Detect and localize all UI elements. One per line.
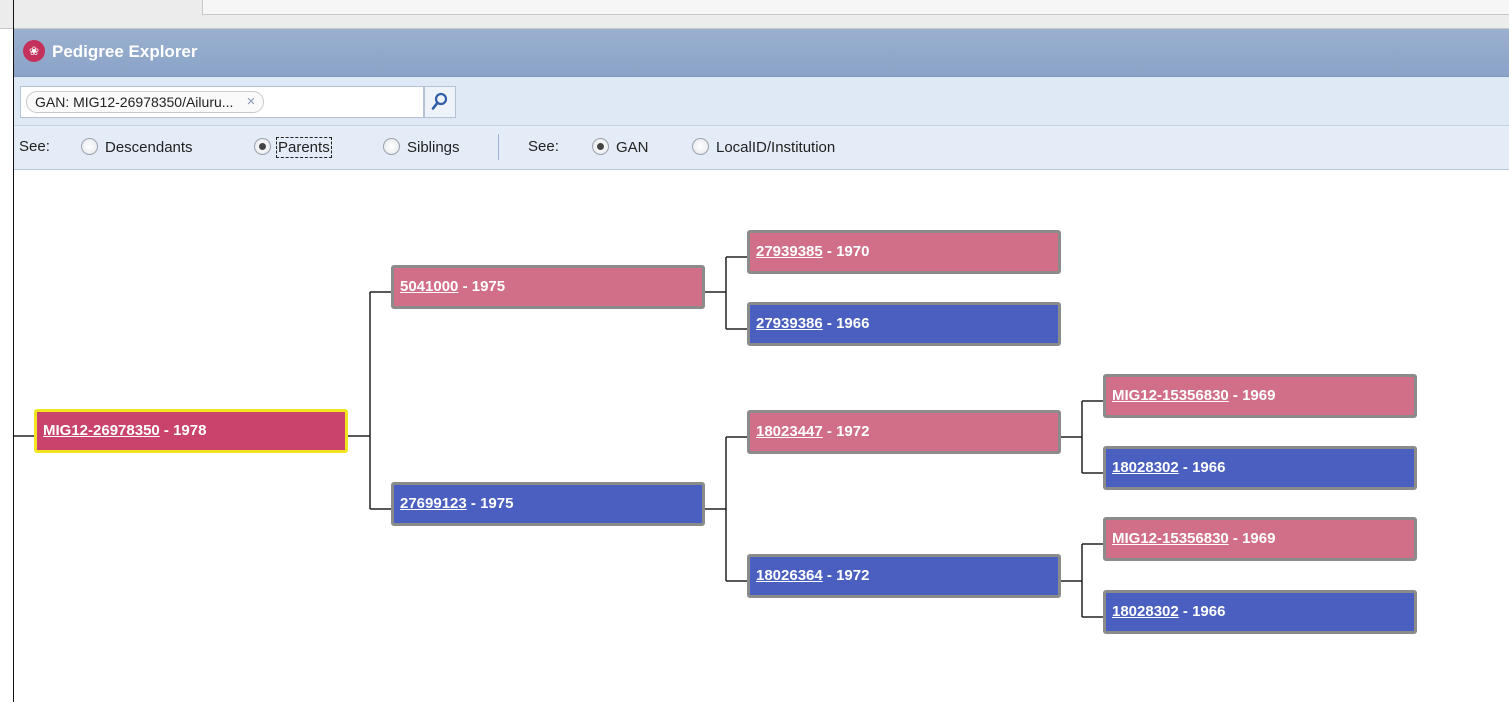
panel-titlebar: ❀ Pedigree Explorer: [14, 29, 1509, 77]
node-year: 1975: [480, 495, 514, 512]
node-year: 1975: [471, 278, 506, 295]
node-separator: -: [822, 315, 837, 332]
pedigree-node-sire[interactable]: 27699123 - 1975: [391, 482, 705, 526]
node-separator: -: [1178, 459, 1193, 476]
radio-parents[interactable]: Parents: [254, 137, 332, 158]
node-separator: -: [1178, 603, 1193, 620]
node-id-link[interactable]: 27939386: [756, 315, 823, 332]
node-year: 1966: [1192, 459, 1226, 476]
node-separator: -: [822, 567, 837, 584]
node-separator: -: [822, 243, 837, 260]
node-separator: -: [159, 422, 174, 439]
pedigree-node-great-4[interactable]: 18028302 - 1966: [1103, 590, 1417, 634]
node-id-link[interactable]: 27939385: [756, 243, 823, 260]
panel-title: Pedigree Explorer: [52, 42, 198, 61]
pedigree-node-dam-dam[interactable]: 27939385 - 1970: [747, 230, 1061, 274]
search-button[interactable]: [424, 86, 456, 118]
radio-siblings[interactable]: Siblings: [383, 138, 460, 156]
node-year: 1972: [836, 567, 870, 584]
browser-tab-edge: [202, 0, 1509, 15]
node-id-link[interactable]: MIG12-26978350: [43, 422, 160, 439]
view-options-bar: See: Descendants Parents Siblings See: G…: [14, 126, 1509, 170]
radio-siblings-indicator[interactable]: [383, 138, 400, 155]
node-year: 1970: [836, 243, 870, 260]
id-see-label: See:: [528, 138, 559, 155]
node-separator: -: [458, 278, 472, 295]
radio-descendants[interactable]: Descendants: [81, 138, 193, 156]
radio-localid[interactable]: LocalID/Institution: [692, 138, 890, 156]
pedigree-node-sire-dam[interactable]: 18023447 - 1972: [747, 410, 1061, 454]
node-id-link[interactable]: 27699123: [400, 495, 467, 512]
search-token-label: GAN: MIG12-26978350/Ailuru...: [35, 94, 234, 110]
radio-gan-indicator[interactable]: [592, 138, 609, 155]
node-year: 1972: [836, 423, 870, 440]
pedigree-node-subject[interactable]: MIG12-26978350 - 1978: [34, 409, 348, 453]
radio-siblings-label: Siblings: [407, 139, 460, 156]
node-id-link[interactable]: 18028302: [1112, 459, 1179, 476]
pedigree-node-dam[interactable]: 5041000 - 1975: [391, 265, 705, 309]
radio-parents-label: Parents: [276, 137, 332, 158]
node-id-link[interactable]: MIG12-15356830: [1112, 530, 1229, 547]
close-icon[interactable]: ×: [247, 92, 256, 112]
node-year: 1969: [1242, 530, 1276, 547]
node-year: 1978: [173, 422, 207, 439]
pedigree-window: ❀ Pedigree Explorer GAN: MIG12-26978350/…: [0, 0, 1509, 702]
radio-descendants-indicator[interactable]: [81, 138, 98, 155]
node-id-link[interactable]: 18026364: [756, 567, 823, 584]
node-separator: -: [822, 423, 837, 440]
pedigree-icon: ❀: [23, 40, 45, 62]
options-divider: [498, 134, 499, 160]
radio-localid-indicator[interactable]: [692, 138, 709, 155]
window-left-border: [0, 0, 14, 702]
search-input[interactable]: GAN: MIG12-26978350/Ailuru... ×: [20, 86, 424, 118]
pedigree-node-great-1[interactable]: MIG12-15356830 - 1969: [1103, 374, 1417, 418]
node-year: 1966: [1192, 603, 1226, 620]
search-icon: [431, 92, 448, 110]
browser-tab-strip: [0, 0, 1509, 29]
radio-parents-indicator[interactable]: [254, 138, 271, 155]
node-id-link[interactable]: 5041000: [400, 278, 458, 295]
node-separator: -: [1228, 530, 1243, 547]
pedigree-explorer-panel: ❀ Pedigree Explorer GAN: MIG12-26978350/…: [14, 29, 1509, 702]
node-id-link[interactable]: MIG12-15356830: [1112, 387, 1229, 404]
pedigree-node-dam-sire[interactable]: 27939386 - 1966: [747, 302, 1061, 346]
search-token[interactable]: GAN: MIG12-26978350/Ailuru... ×: [26, 91, 265, 113]
pedigree-node-sire-sire[interactable]: 18026364 - 1972: [747, 554, 1061, 598]
relation-see-label: See:: [19, 138, 50, 155]
pedigree-node-great-2[interactable]: 18028302 - 1966: [1103, 446, 1417, 490]
radio-gan[interactable]: GAN: [592, 138, 649, 156]
radio-localid-label: LocalID/Institution: [716, 139, 836, 156]
node-separator: -: [466, 495, 481, 512]
pedigree-tree: MIG12-26978350 - 1978 5041000 - 1975 276…: [14, 171, 1509, 702]
node-year: 1966: [836, 315, 870, 332]
pedigree-node-great-3[interactable]: MIG12-15356830 - 1969: [1103, 517, 1417, 561]
radio-descendants-label: Descendants: [105, 139, 193, 156]
node-id-link[interactable]: 18028302: [1112, 603, 1179, 620]
radio-gan-label: GAN: [616, 139, 649, 156]
node-separator: -: [1228, 387, 1243, 404]
node-id-link[interactable]: 18023447: [756, 423, 823, 440]
node-year: 1969: [1242, 387, 1276, 404]
search-bar: GAN: MIG12-26978350/Ailuru... ×: [14, 77, 1509, 126]
